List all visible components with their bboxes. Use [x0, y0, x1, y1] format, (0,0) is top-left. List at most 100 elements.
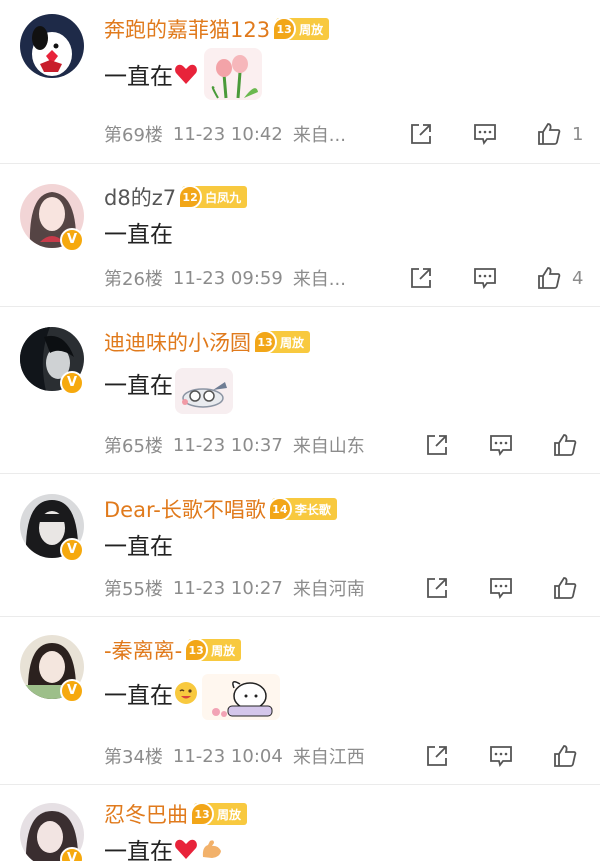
comment-meta: 第26楼 11-23 09:59 来自... — [104, 264, 356, 292]
fan-level-icon: 13 — [190, 802, 214, 826]
floor-number: 第55楼 — [104, 579, 163, 600]
verified-badge-icon: V — [60, 538, 84, 562]
fan-badge-name: 白凤九 — [205, 190, 242, 205]
comment-icon — [474, 124, 496, 146]
comment-icon — [490, 578, 512, 600]
username-row: 忍冬巴曲 13 周放 — [104, 799, 248, 829]
fan-level-icon: 12 — [178, 185, 203, 209]
username-row: -秦离离- 13 周放 — [104, 635, 242, 665]
fan-badge-name: 周放 — [280, 335, 305, 350]
fan-level-icon: 14 — [267, 497, 292, 521]
fan-badge[interactable]: 13 周放 — [272, 17, 330, 41]
fan-badge[interactable]: 12 白凤九 — [178, 185, 248, 209]
comment-location: 来自江西 — [292, 747, 365, 768]
share-button[interactable] — [422, 430, 452, 460]
flex-arm-icon — [202, 840, 221, 858]
comment-content: 一直在 — [104, 673, 280, 720]
comment-content: 一直在 — [104, 363, 233, 414]
comment-meta: 第55楼 11-23 10:27 来自河南 — [104, 574, 375, 602]
username[interactable]: -秦离离- — [104, 635, 182, 665]
username[interactable]: 迪迪味的小汤圆 — [104, 327, 251, 357]
fan-badge[interactable]: 13 周放 — [184, 638, 242, 662]
like-button[interactable] — [550, 430, 580, 460]
comment-list: 奔跑的嘉菲猫123 13 周放 一直在 第69楼 11-23 10:42 来自.… — [0, 0, 600, 861]
verified-badge-icon: V — [60, 228, 84, 252]
comment-content: 一直在 — [104, 524, 173, 564]
comment-actions — [422, 574, 580, 602]
like-button[interactable] — [550, 573, 580, 603]
share-button[interactable] — [422, 741, 452, 771]
heart-icon — [175, 64, 197, 84]
share-button[interactable] — [406, 263, 436, 293]
fan-badge[interactable]: 14 李长歌 — [267, 497, 337, 521]
username[interactable]: Dear-长歌不唱歌 — [104, 494, 266, 524]
comment-button[interactable] — [470, 119, 500, 149]
share-icon — [427, 435, 447, 455]
share-button[interactable] — [422, 573, 452, 603]
comment-text: 一直在 — [104, 373, 173, 399]
comment-text: 一直在 — [104, 534, 173, 560]
comment-button[interactable] — [486, 741, 516, 771]
comment-meta: 第65楼 11-23 10:37 来自山东 — [104, 431, 375, 459]
username-row: d8的z7 12 白凤九 — [104, 182, 248, 212]
comment-time: 11-23 10:27 — [172, 577, 283, 599]
comment-time: 11-23 10:37 — [172, 434, 283, 456]
share-icon — [411, 268, 431, 288]
comment-item: 奔跑的嘉菲猫123 13 周放 一直在 第69楼 11-23 10:42 来自.… — [0, 0, 600, 164]
comment-item: V Dear-长歌不唱歌 14 李长歌 一直在 第55楼 11-23 10:27… — [0, 474, 600, 617]
share-button[interactable] — [406, 119, 436, 149]
comment-button[interactable] — [486, 573, 516, 603]
floor-number: 第65楼 — [104, 436, 163, 457]
like-button[interactable] — [534, 263, 564, 293]
comment-actions — [422, 431, 580, 459]
comment-meta: 第34楼 11-23 10:04 来自江西 — [104, 742, 375, 770]
fan-badge-name: 周放 — [217, 807, 242, 822]
plane-sticker — [175, 368, 233, 414]
username-row: 奔跑的嘉菲猫123 13 周放 — [104, 14, 330, 44]
share-icon — [427, 746, 447, 766]
comment-text: 一直在 — [104, 683, 173, 709]
like-count: 4 — [572, 267, 584, 289]
fan-badge-name: 李长歌 — [294, 502, 331, 517]
dog-sticker — [202, 674, 280, 720]
heart-icon — [175, 839, 197, 859]
username[interactable]: 奔跑的嘉菲猫123 — [104, 14, 270, 44]
avatar[interactable] — [20, 14, 84, 78]
comment-item: V -秦离离- 13 周放 一直在 第34楼 11-23 10:04 来自江西 — [0, 617, 600, 785]
comment-button[interactable] — [486, 430, 516, 460]
comment-content: 一直在 — [104, 48, 262, 100]
fan-badge-name: 周放 — [299, 22, 324, 37]
comment-meta: 第69楼 11-23 10:42 来自... — [104, 120, 356, 148]
comment-icon — [474, 268, 496, 290]
comment-actions — [422, 742, 580, 770]
comment-time: 11-23 10:04 — [172, 745, 283, 767]
username-row: Dear-长歌不唱歌 14 李长歌 — [104, 494, 337, 524]
comment-icon — [490, 746, 512, 768]
share-icon — [411, 124, 431, 144]
floor-number: 第26楼 — [104, 269, 163, 290]
fan-badge-name: 周放 — [211, 643, 236, 658]
tulip-sticker — [204, 48, 262, 100]
thumbs-up-icon — [554, 745, 577, 767]
comment-content: 一直在 — [104, 829, 225, 861]
like-button[interactable] — [534, 119, 564, 149]
comment-item: V d8的z7 12 白凤九 一直在 第26楼 11-23 09:59 来自..… — [0, 164, 600, 307]
share-icon — [427, 578, 447, 598]
fan-badge[interactable]: 13 周放 — [253, 330, 311, 354]
verified-badge-icon: V — [60, 371, 84, 395]
username[interactable]: d8的z7 — [104, 182, 176, 212]
fan-badge[interactable]: 13 周放 — [190, 802, 248, 826]
thumbs-up-icon — [554, 577, 577, 599]
username-row: 迪迪味的小汤圆 13 周放 — [104, 327, 311, 357]
wink-face-icon — [175, 682, 197, 704]
comment-item: V 忍冬巴曲 13 周放 一直在 — [0, 785, 600, 861]
floor-number: 第69楼 — [104, 125, 163, 146]
username[interactable]: 忍冬巴曲 — [104, 799, 188, 829]
verified-badge-icon: V — [60, 679, 84, 703]
comment-location: 来自河南 — [292, 579, 365, 600]
comment-time: 11-23 09:59 — [172, 267, 283, 289]
comment-location: 来自... — [292, 125, 346, 146]
thumbs-up-icon — [554, 434, 577, 456]
like-button[interactable] — [550, 741, 580, 771]
comment-button[interactable] — [470, 263, 500, 293]
